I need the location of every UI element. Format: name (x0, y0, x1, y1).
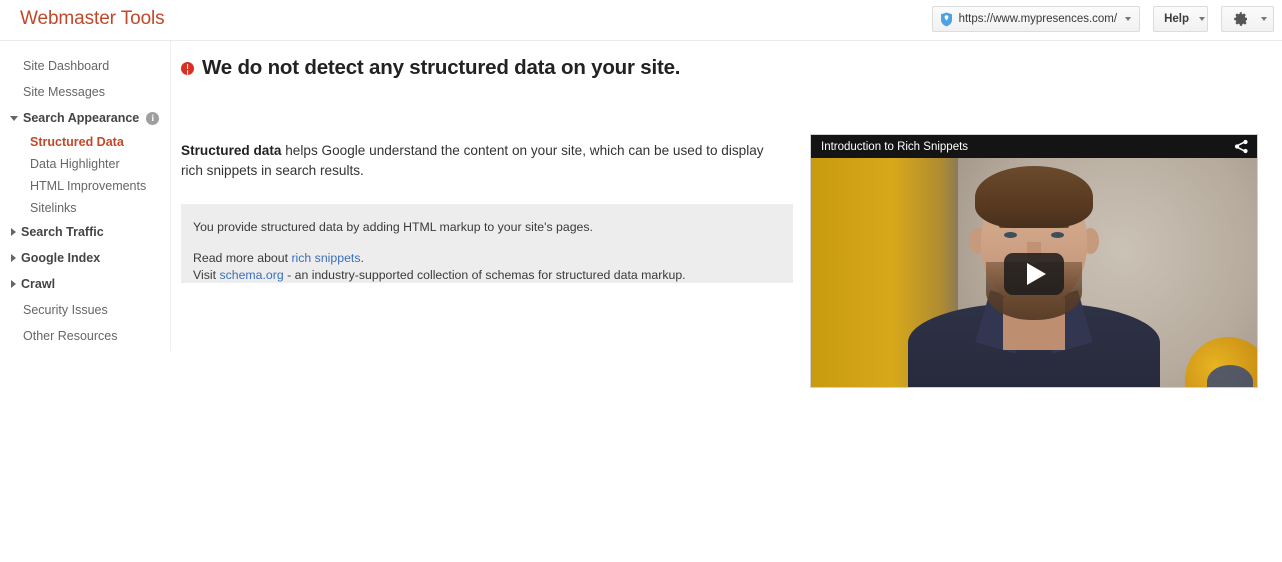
sidebar-item-site-messages[interactable]: Site Messages (0, 79, 170, 105)
video-title-bar: Introduction to Rich Snippets (811, 135, 1257, 158)
chevron-down-icon (1125, 17, 1132, 21)
intro-bold-term: Structured data (181, 143, 282, 158)
rich-snippets-link[interactable]: rich snippets (291, 251, 360, 265)
sidebar-item-label: Structured Data (30, 135, 124, 149)
chevron-down-icon (1199, 17, 1205, 21)
info-box-spacer (193, 236, 793, 250)
sidebar-item-label: Data Highlighter (30, 157, 120, 171)
sidebar-item-label: Site Dashboard (23, 59, 110, 73)
person-eye-right (1051, 232, 1064, 238)
header-actions: https://www.mypresences.com/ Help (931, 6, 1274, 32)
intro-paragraph: Structured data helps Google understand … (181, 141, 771, 181)
site-url-label: https://www.mypresences.com/ (958, 13, 1118, 25)
schema-org-link[interactable]: schema.org (219, 268, 283, 282)
sidebar-item-structured-data[interactable]: Structured Data (0, 131, 170, 153)
info-icon[interactable]: i (146, 111, 160, 125)
top-header: Webmaster Tools https://www.mypresences.… (0, 0, 1282, 41)
sidebar-group-crawl[interactable]: Crawl (0, 271, 170, 297)
sidebar-item-label: Sitelinks (30, 201, 77, 215)
video-title: Introduction to Rich Snippets (821, 140, 969, 153)
help-label: Help (1164, 13, 1189, 25)
play-icon[interactable] (1004, 252, 1064, 295)
help-button[interactable]: Help (1153, 6, 1208, 32)
sidebar-item-html-improvements[interactable]: HTML Improvements (0, 175, 170, 197)
sidebar-item-label: Site Messages (23, 85, 105, 99)
info-box-line-1: You provide structured data by adding HT… (193, 220, 593, 234)
sidebar-item-label: Other Resources (23, 329, 118, 343)
page-title: We do not detect any structured data on … (181, 56, 680, 80)
info-box-line-3: Visit schema.org - an industry-supported… (193, 267, 793, 284)
sidebar-group-google-index[interactable]: Google Index (0, 245, 170, 271)
sidebar-item-data-highlighter[interactable]: Data Highlighter (0, 153, 170, 175)
sidebar-item-sitelinks[interactable]: Sitelinks (0, 197, 170, 219)
settings-button[interactable] (1221, 6, 1274, 32)
sidebar-item-security-issues[interactable]: Security Issues (0, 297, 170, 323)
info-box: You provide structured data by adding HT… (181, 204, 793, 283)
sidebar-item-label: HTML Improvements (30, 179, 147, 193)
caret-right-icon (11, 254, 16, 262)
sidebar-group-search-appearance[interactable]: Search Appearance i (0, 105, 170, 131)
sidebar-group-label: Search Appearance (23, 111, 140, 125)
read-more-prefix: Read more about (193, 251, 292, 265)
play-triangle (1026, 262, 1046, 285)
chevron-down-icon (1261, 17, 1267, 21)
sidebar-group-search-traffic[interactable]: Search Traffic (0, 219, 170, 245)
site-selector-button[interactable]: https://www.mypresences.com/ (931, 6, 1141, 32)
visit-suffix: - an industry-supported collection of sc… (283, 268, 686, 282)
caret-down-icon (10, 115, 18, 121)
sidebar-item-other-resources[interactable]: Other Resources (0, 323, 170, 349)
error-icon (181, 61, 194, 75)
caret-right-icon (11, 228, 16, 236)
page-title-text: We do not detect any structured data on … (202, 56, 681, 79)
video-thumbnail (811, 158, 1257, 387)
gear-icon (1233, 11, 1249, 27)
video-player[interactable]: Introduction to Rich Snippets (810, 134, 1258, 388)
app-brand-title: Webmaster Tools (20, 8, 165, 29)
sidebar-group-label: Search Traffic (21, 225, 104, 239)
sidebar-nav: Site Dashboard Site Messages Search Appe… (0, 41, 171, 351)
info-box-line-2: Read more about rich snippets. (193, 250, 793, 267)
sidebar-item-site-dashboard[interactable]: Site Dashboard (0, 53, 170, 79)
main-content: We do not detect any structured data on … (171, 41, 1282, 562)
page-body: Site Dashboard Site Messages Search Appe… (0, 41, 1282, 562)
person-hair (975, 166, 1093, 228)
sidebar-group-label: Google Index (21, 251, 101, 265)
caret-right-icon (11, 280, 16, 288)
read-more-suffix: . (360, 251, 364, 265)
shield-badge-icon (940, 12, 953, 27)
person-eye-left (1004, 232, 1017, 238)
share-icon[interactable] (1234, 139, 1249, 154)
sidebar-group-label: Crawl (21, 277, 56, 291)
sidebar-item-label: Security Issues (23, 303, 108, 317)
visit-prefix: Visit (193, 268, 220, 282)
